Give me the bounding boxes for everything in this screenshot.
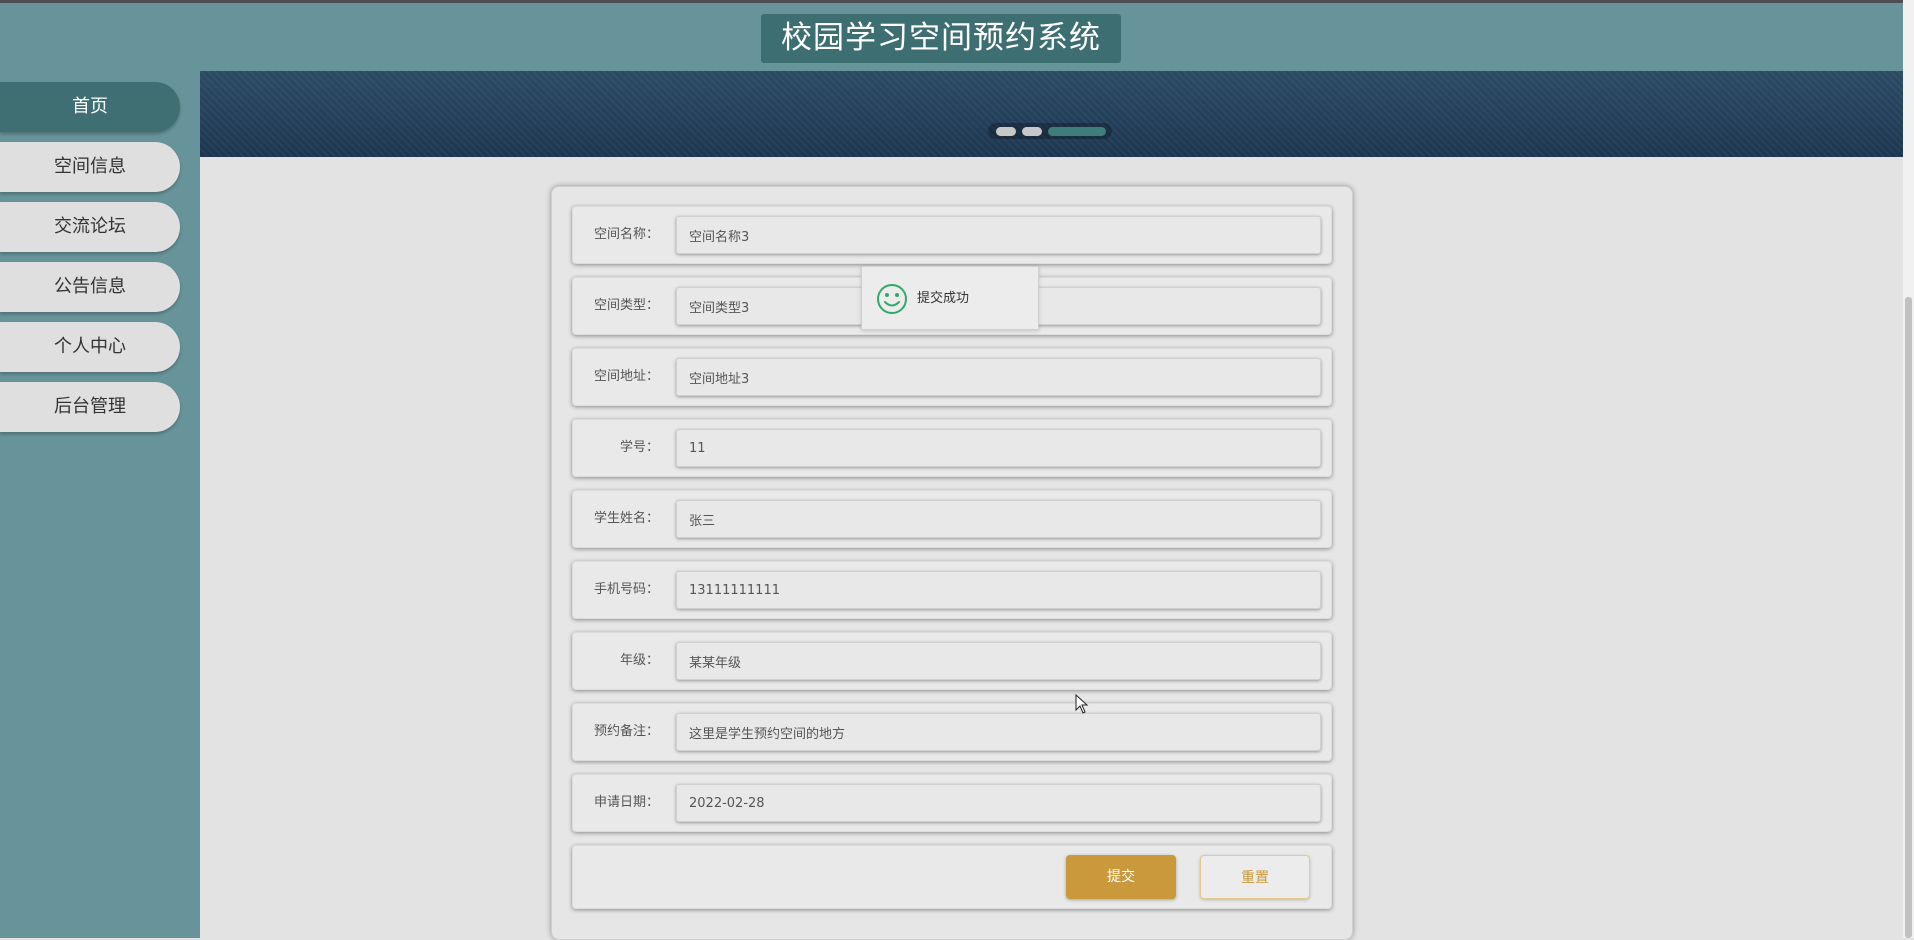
page-scrollbar[interactable] — [1903, 0, 1914, 938]
toast-message: 提交成功 — [917, 291, 970, 306]
field-label-student-name: 学生姓名： — [593, 511, 659, 526]
sidebar-item-home[interactable]: 首页 — [0, 82, 180, 132]
banner-texture — [200, 71, 1903, 157]
success-toast: 提交成功 — [861, 266, 1039, 330]
student-name-input[interactable] — [676, 500, 1321, 538]
carousel-indicators — [988, 123, 1112, 139]
student-id-input[interactable] — [676, 429, 1321, 467]
smile-icon — [877, 284, 907, 314]
form-row-student-id: 学号： — [572, 419, 1332, 477]
top-header: 校园学习空间预约系统 — [0, 3, 1903, 71]
reset-button[interactable]: 重置 — [1200, 855, 1310, 899]
sidebar-item-forum[interactable]: 交流论坛 — [0, 202, 180, 252]
form-row-remark: 预约备注： — [572, 703, 1332, 761]
form-row-grade: 年级： — [572, 632, 1332, 690]
field-label-phone: 手机号码： — [593, 582, 659, 597]
grade-input[interactable] — [676, 642, 1321, 680]
phone-input[interactable] — [676, 571, 1321, 609]
carousel-dot-2[interactable] — [1022, 127, 1042, 136]
field-label-apply-date: 申请日期： — [593, 795, 659, 810]
field-label-space-name: 空间名称： — [593, 227, 659, 242]
sidebar-item-notices[interactable]: 公告信息 — [0, 262, 180, 312]
field-label-space-address: 空间地址： — [593, 369, 659, 384]
site-title: 校园学习空间预约系统 — [761, 14, 1121, 63]
form-row-student-name: 学生姓名： — [572, 490, 1332, 548]
sidebar-item-admin[interactable]: 后台管理 — [0, 382, 180, 432]
mouse-cursor-icon — [1075, 694, 1089, 714]
scrollbar-thumb[interactable] — [1905, 297, 1912, 938]
form-row-space-name: 空间名称： — [572, 206, 1332, 264]
form-row-apply-date: 申请日期： — [572, 774, 1332, 832]
form-actions: 提交 重置 — [572, 845, 1332, 909]
remark-input[interactable] — [676, 713, 1321, 751]
field-label-grade: 年级： — [619, 653, 659, 668]
field-label-space-type: 空间类型： — [593, 298, 659, 313]
carousel-dot-3[interactable] — [1048, 127, 1106, 136]
form-row-space-address: 空间地址： — [572, 348, 1332, 406]
submit-button[interactable]: 提交 — [1066, 855, 1176, 899]
banner-carousel — [200, 71, 1903, 157]
sidebar-item-personal-center[interactable]: 个人中心 — [0, 322, 180, 372]
field-label-student-id: 学号： — [619, 440, 659, 455]
apply-date-input[interactable] — [676, 784, 1321, 822]
space-name-input[interactable] — [676, 216, 1321, 254]
form-row-phone: 手机号码： — [572, 561, 1332, 619]
field-label-remark: 预约备注： — [593, 724, 659, 739]
sidebar-item-space-info[interactable]: 空间信息 — [0, 142, 180, 192]
sidebar-nav: 首页 空间信息 交流论坛 公告信息 个人中心 后台管理 — [0, 71, 200, 938]
carousel-dot-1[interactable] — [996, 127, 1016, 136]
space-address-input[interactable] — [676, 358, 1321, 396]
